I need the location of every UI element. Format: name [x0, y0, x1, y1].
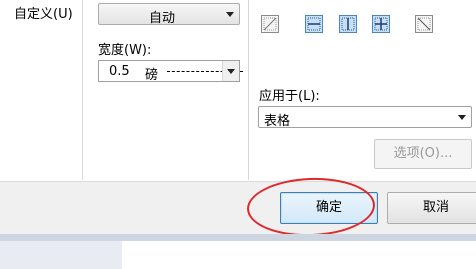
inner-vertical-icon[interactable] — [339, 15, 357, 33]
width-select-unit: 磅 — [145, 68, 159, 83]
width-label: 宽度(W): — [98, 43, 152, 58]
diagonal-icon[interactable] — [415, 15, 433, 33]
background-toolbar-strip — [0, 234, 476, 241]
background-document — [122, 241, 476, 269]
panel-divider-right — [248, 0, 249, 180]
width-select-value: 0.5 — [109, 64, 130, 79]
background-window — [0, 234, 476, 269]
apply-to-label: 应用于(L): — [259, 89, 320, 104]
chevron-down-icon — [227, 69, 235, 74]
ok-button[interactable]: 确定 — [280, 192, 378, 224]
width-select-dropdown-button[interactable] — [222, 61, 239, 81]
width-select[interactable]: 0.5 磅 — [98, 60, 243, 83]
cancel-button[interactable]: 取消 — [387, 192, 476, 224]
custom-setting-option[interactable]: 自定义(U) — [14, 3, 73, 22]
options-button[interactable]: 选项(O)... — [374, 139, 472, 169]
color-select[interactable]: 自动 — [98, 3, 240, 26]
color-select-value: 自动 — [148, 11, 175, 26]
panel-divider-left — [82, 0, 83, 180]
inner-grid-icon[interactable] — [372, 15, 390, 33]
background-ruler-left — [0, 241, 122, 269]
chevron-down-icon — [458, 115, 466, 120]
no-border-icon[interactable] — [261, 15, 279, 33]
inner-horizontal-icon[interactable] — [305, 15, 323, 33]
apply-to-select-value: 表格 — [264, 114, 291, 129]
chevron-down-icon — [226, 12, 234, 17]
apply-to-select[interactable]: 表格 — [258, 106, 472, 129]
